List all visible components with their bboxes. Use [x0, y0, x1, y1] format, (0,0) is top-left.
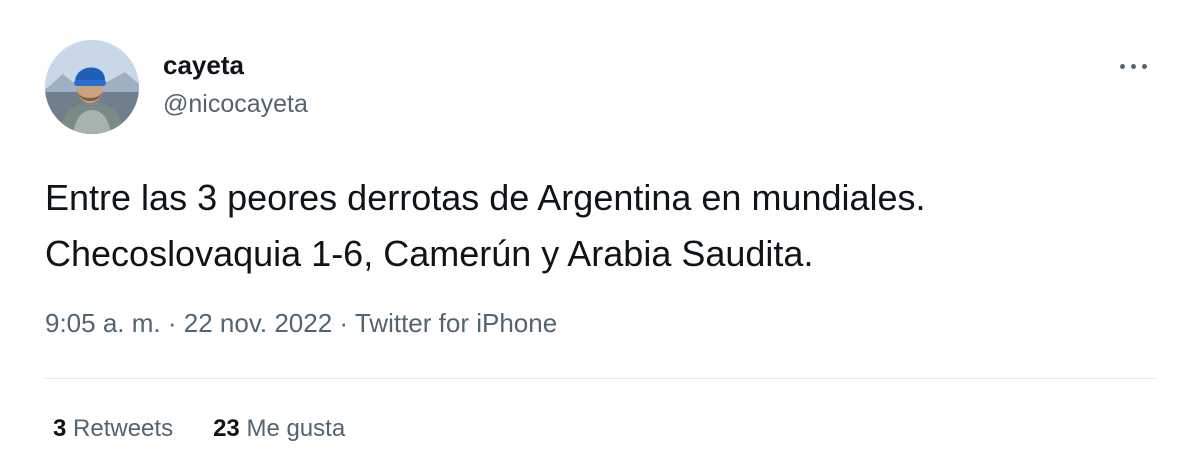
tweet-card: cayeta @nicocayeta Entre las 3 peores de…: [0, 0, 1200, 475]
profile-photo-icon: [45, 40, 139, 134]
display-name[interactable]: cayeta: [163, 50, 244, 81]
likes-stat[interactable]: 23 Me gusta: [213, 415, 345, 443]
tweet-date[interactable]: 22 nov. 2022: [184, 308, 332, 338]
tweet-source[interactable]: Twitter for iPhone: [355, 308, 557, 338]
tweet-text: Entre las 3 peores derrotas de Argentina…: [45, 170, 1165, 282]
dot-icon: [1119, 63, 1125, 69]
user-handle[interactable]: @nicocayeta: [163, 90, 308, 119]
dot-icon: [1141, 63, 1147, 69]
dot-icon: [1130, 63, 1136, 69]
tweet-meta: 9:05 a. m. · 22 nov. 2022 · Twitter for …: [45, 308, 557, 339]
tweet-stats: 3 Retweets 23 Me gusta: [53, 415, 345, 443]
meta-separator: ·: [339, 308, 349, 338]
avatar[interactable]: [45, 40, 139, 134]
tweet-text-line: Entre las 3 peores derrotas de Argentina…: [45, 177, 926, 218]
tweet-time[interactable]: 9:05 a. m.: [45, 308, 161, 338]
likes-label: Me gusta: [246, 415, 346, 442]
tweet-text-line: Checoslovaquia 1-6, Camerún y Arabia Sau…: [45, 233, 814, 274]
divider: [45, 378, 1157, 379]
meta-separator: ·: [167, 308, 177, 338]
retweets-stat[interactable]: 3 Retweets: [53, 415, 173, 443]
retweets-label: Retweets: [73, 415, 174, 442]
likes-count: 23: [213, 415, 240, 442]
more-options-icon[interactable]: [1118, 52, 1158, 80]
retweets-count: 3: [53, 415, 67, 442]
